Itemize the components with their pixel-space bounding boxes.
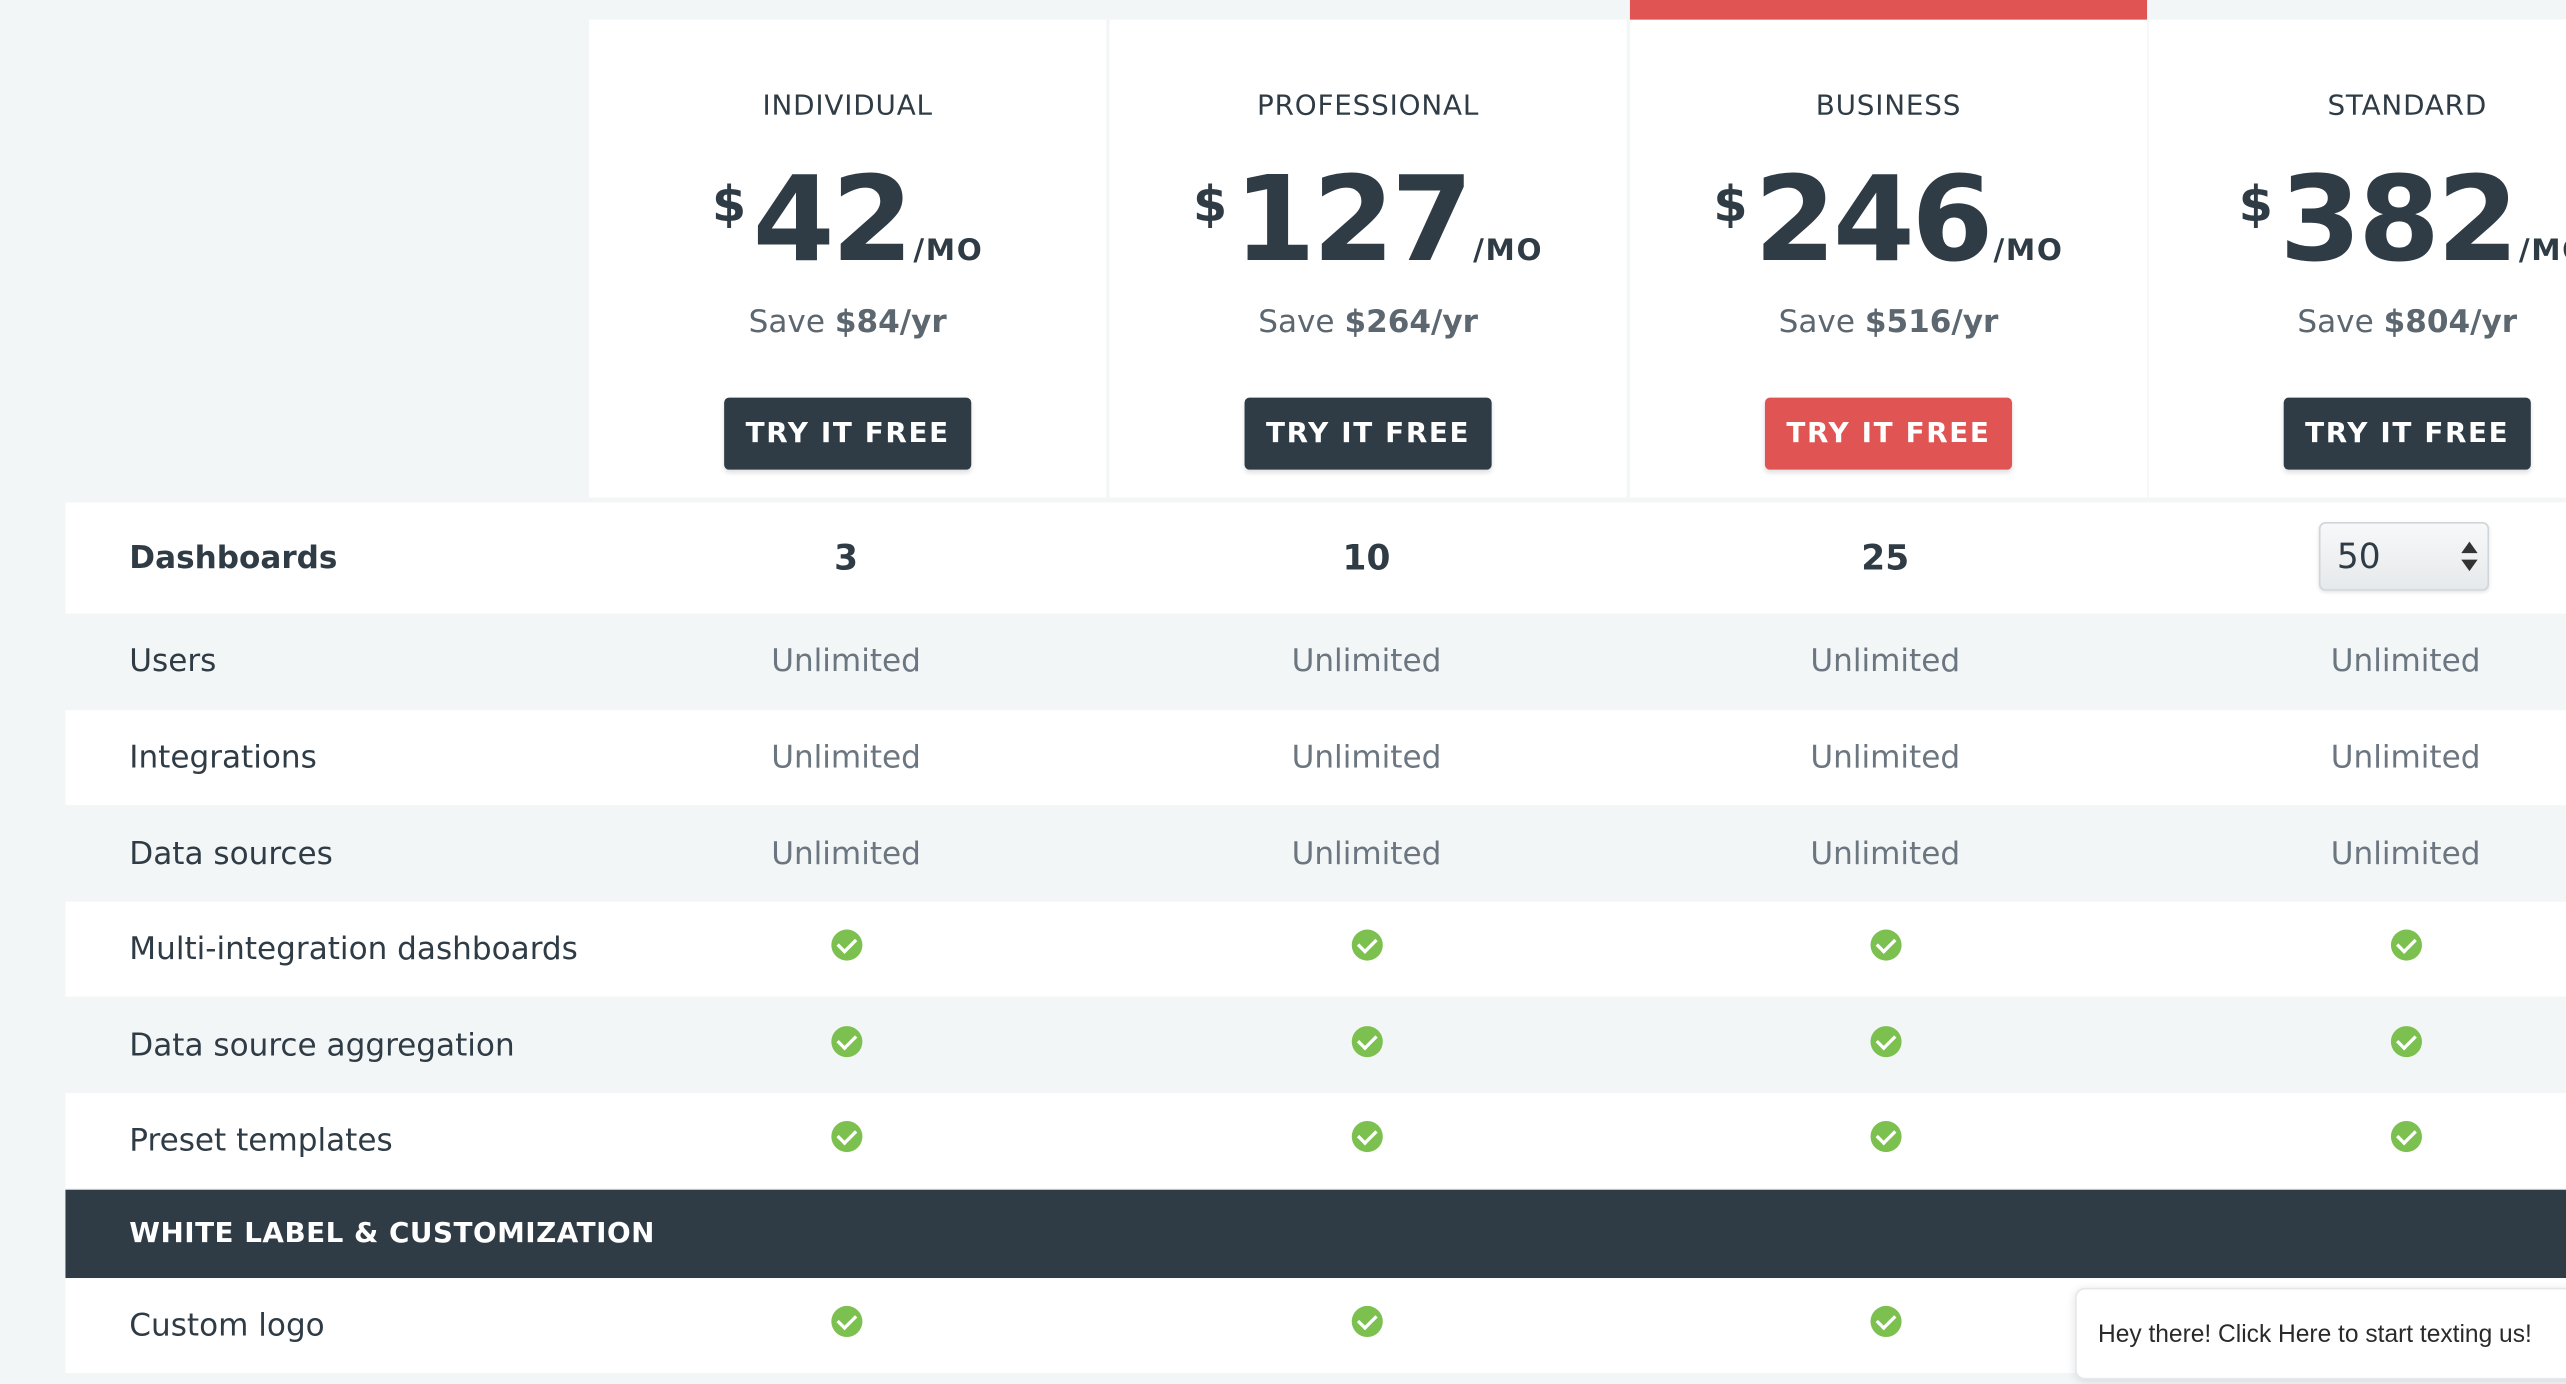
- check-circle-icon: [2390, 1120, 2422, 1153]
- feature-label: Data sources: [129, 836, 333, 873]
- check-circle-icon: [1350, 929, 1383, 961]
- included-cell: [682, 1305, 1009, 1345]
- check-circle-icon: [1350, 1305, 1383, 1338]
- feature-row-preset-templates: Preset templates: [65, 1093, 2566, 1189]
- plan-card-standard: STANDARD $382/MO Save $804/yr TRY IT FRE…: [2148, 19, 2566, 498]
- feature-label: Preset templates: [129, 1122, 393, 1159]
- feature-value: 10: [1342, 538, 1391, 578]
- feature-row-users: Users Unlimited Unlimited Unlimited Unli…: [65, 613, 2566, 709]
- feature-value: Unlimited: [771, 739, 921, 776]
- included-cell: [2242, 1026, 2566, 1065]
- feature-row-multi-integration: Multi-integration dashboards: [65, 901, 2566, 997]
- check-circle-icon: [830, 1305, 862, 1338]
- included-cell: [682, 929, 1009, 969]
- plan-savings: Save $804/yr: [2297, 304, 2518, 341]
- plan-savings: Save $84/yr: [748, 304, 947, 341]
- plan-savings: Save $516/yr: [1778, 304, 1999, 341]
- included-cell: [1722, 1026, 2049, 1065]
- plan-savings: Save $264/yr: [1258, 304, 1478, 341]
- feature-value: Unlimited: [1810, 643, 1961, 680]
- check-circle-icon: [830, 1026, 862, 1058]
- feature-label: Data source aggregation: [129, 1027, 515, 1064]
- feature-value: Unlimited: [1291, 739, 1442, 776]
- chat-widget-button[interactable]: Hey there! Click Here to start texting u…: [2075, 1287, 2566, 1380]
- check-circle-icon: [1350, 1026, 1383, 1058]
- plan-price: $382/MO: [2238, 150, 2566, 289]
- check-circle-icon: [2390, 929, 2422, 961]
- feature-label: Custom logo: [129, 1307, 325, 1344]
- select-value: 50: [2336, 536, 2381, 577]
- plan-price: $246/MO: [1713, 150, 2064, 289]
- included-cell: [1203, 1305, 1530, 1345]
- plan-price: $127/MO: [1193, 150, 1544, 289]
- included-cell: [1203, 1120, 1530, 1160]
- try-it-free-button[interactable]: TRY IT FREE: [2283, 397, 2531, 470]
- feature-value: Unlimited: [1810, 836, 1961, 873]
- check-circle-icon: [1869, 1305, 1901, 1338]
- plan-card-professional: PROFESSIONAL $127/MO Save $264/yr TRY IT…: [1109, 19, 1627, 498]
- section-header-white-label: WHITE LABEL & CUSTOMIZATION: [65, 1189, 2566, 1279]
- up-down-arrows-icon: [2461, 541, 2478, 575]
- feature-row-aggregation: Data source aggregation: [65, 998, 2566, 1094]
- feature-value: Unlimited: [1291, 836, 1442, 873]
- feature-label: Multi-integration dashboards: [129, 931, 578, 968]
- feature-value: 25: [1861, 538, 1910, 578]
- included-cell: [682, 1026, 1009, 1065]
- feature-value: Unlimited: [1810, 739, 1961, 776]
- feature-value: 3: [834, 538, 859, 578]
- plan-price: $42/MO: [711, 150, 984, 289]
- check-circle-icon: [1350, 1120, 1383, 1153]
- feature-label: Dashboards: [129, 540, 338, 577]
- section-title: WHITE LABEL & CUSTOMIZATION: [129, 1217, 655, 1251]
- included-cell: [1203, 1026, 1530, 1065]
- check-circle-icon: [2390, 1026, 2422, 1058]
- included-cell: [1722, 1305, 2049, 1345]
- feature-value: Unlimited: [2330, 643, 2481, 680]
- feature-row-dashboards: Dashboards 3 10 25 50: [65, 502, 2566, 614]
- check-circle-icon: [1869, 929, 1901, 961]
- feature-value: Unlimited: [1291, 643, 1442, 680]
- feature-row-data-sources: Data sources Unlimited Unlimited Unlimit…: [65, 806, 2566, 902]
- check-circle-icon: [830, 1120, 862, 1153]
- check-circle-icon: [1869, 1026, 1901, 1058]
- plan-card-business: BUSINESS $246/MO Save $516/yr TRY IT FRE…: [1629, 0, 2148, 498]
- check-circle-icon: [1869, 1120, 1901, 1153]
- feature-value: Unlimited: [771, 836, 921, 873]
- plan-name: INDIVIDUAL: [762, 90, 933, 123]
- included-cell: [2242, 929, 2566, 969]
- plan-card-individual: INDIVIDUAL $42/MO Save $84/yr TRY IT FRE…: [589, 19, 1107, 498]
- feature-label: Integrations: [129, 739, 317, 776]
- check-circle-icon: [830, 929, 862, 961]
- plan-name: STANDARD: [2327, 90, 2488, 123]
- feature-value: Unlimited: [771, 643, 921, 680]
- included-cell: [1203, 929, 1530, 969]
- plan-name: PROFESSIONAL: [1256, 90, 1480, 123]
- feature-row-integrations: Integrations Unlimited Unlimited Unlimit…: [65, 710, 2566, 806]
- included-cell: [682, 1120, 1009, 1160]
- feature-value: Unlimited: [2330, 836, 2481, 873]
- dashboards-count-select[interactable]: 50: [2318, 522, 2490, 591]
- included-cell: [1722, 929, 2049, 969]
- feature-value: Unlimited: [2330, 739, 2481, 776]
- feature-label: Users: [129, 643, 217, 680]
- included-cell: [1722, 1120, 2049, 1160]
- try-it-free-button[interactable]: TRY IT FREE: [1244, 397, 1492, 470]
- try-it-free-button[interactable]: TRY IT FREE: [724, 397, 972, 470]
- try-it-free-button[interactable]: TRY IT FREE: [1764, 397, 2013, 470]
- chat-widget-text: Hey there! Click Here to start texting u…: [2097, 1319, 2532, 1348]
- included-cell: [2242, 1120, 2566, 1160]
- plan-name: BUSINESS: [1815, 90, 1962, 123]
